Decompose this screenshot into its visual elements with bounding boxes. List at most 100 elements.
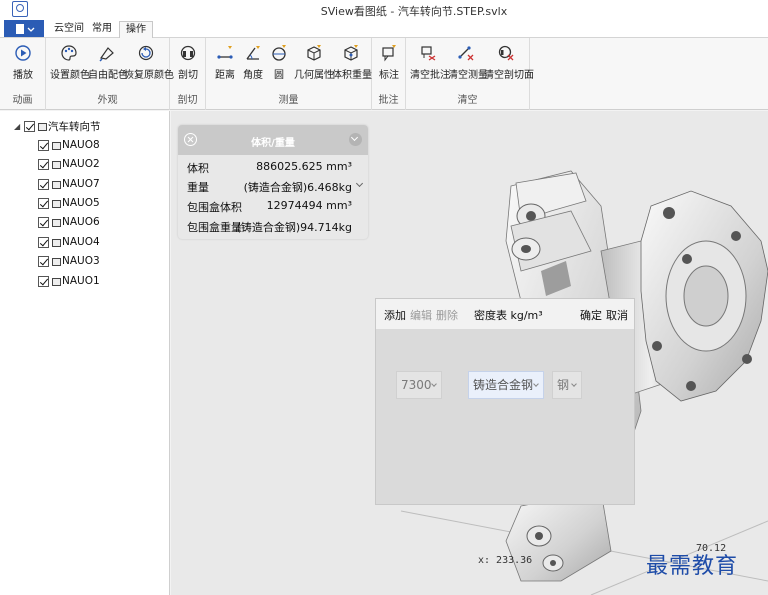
- category-select[interactable]: 钢: [552, 371, 582, 399]
- ribbon-tab-row: 云空间 常用 操作: [0, 20, 768, 38]
- set-color-button[interactable]: 设置颜色: [50, 44, 90, 81]
- group-label-annotation: 批注: [378, 95, 399, 106]
- ribbon-group-measure: 距离 角度 圆 几何属性 体积重量 测量: [206, 38, 372, 110]
- restore-color-icon: [138, 45, 154, 61]
- ribbon-group-animation: 播放 动画: [0, 38, 46, 110]
- clear-annotation-icon: [421, 46, 436, 61]
- panel-header: 体积/重量: [178, 125, 368, 155]
- clear-measure-button[interactable]: 清空测量: [448, 44, 488, 81]
- part-icon: [51, 237, 61, 247]
- tree-item[interactable]: NAUO8: [38, 137, 100, 153]
- file-menu-button[interactable]: [4, 20, 44, 37]
- free-color-button[interactable]: 自由配色: [88, 44, 128, 81]
- edit-button[interactable]: 编辑: [410, 307, 432, 323]
- collapse-icon[interactable]: [349, 133, 362, 146]
- info-row-weight[interactable]: 重量 (铸造合金钢)6.468kg: [187, 179, 364, 196]
- annotate-button[interactable]: 标注: [376, 44, 402, 81]
- angle-icon: [246, 46, 260, 60]
- density-table-title: 密度表 kg/m³: [474, 309, 543, 322]
- geometry-icon: [307, 45, 321, 61]
- window-title: SView看图纸 - 汽车转向节.STEP.svlx: [320, 5, 508, 18]
- info-row-volume: 体积 886025.625 mm³: [187, 160, 352, 175]
- part-icon: [51, 179, 61, 189]
- volume-icon: [344, 45, 358, 61]
- chevron-down-icon[interactable]: [355, 179, 364, 188]
- ribbon-group-appearance: 设置颜色 自由配色 恢复原颜色 外观: [46, 38, 174, 110]
- paint-icon: [99, 47, 114, 62]
- watermark-text: 最需教育: [646, 554, 739, 579]
- volume-weight-button[interactable]: 体积重量: [332, 44, 372, 81]
- density-value-select[interactable]: 7300: [396, 371, 442, 399]
- tab-operation[interactable]: 操作: [119, 21, 153, 38]
- add-button[interactable]: 添加: [384, 307, 406, 323]
- tab-common[interactable]: 常用: [86, 21, 118, 38]
- part-icon: [51, 198, 61, 208]
- restore-color-button[interactable]: 恢复原颜色: [124, 44, 174, 81]
- tree-item[interactable]: NAUO4: [38, 234, 100, 250]
- section-button[interactable]: 剖切: [175, 44, 201, 81]
- ribbon: 播放 动画 设置颜色 自由配色 恢复原颜色 外观 剖切 剖切 距离 角度 圆 几…: [0, 38, 768, 110]
- delete-button[interactable]: 删除: [436, 307, 458, 323]
- circle-icon: [272, 45, 286, 61]
- group-label-clear: 清空: [457, 95, 478, 106]
- checkbox[interactable]: [24, 120, 35, 132]
- part-icon: [51, 159, 61, 169]
- play-button[interactable]: 播放: [8, 44, 38, 81]
- tree-item[interactable]: NAUO3: [38, 253, 100, 269]
- group-label-appearance: 外观: [97, 95, 118, 106]
- ribbon-group-section: 剖切 剖切: [170, 38, 206, 110]
- checkbox[interactable]: [38, 178, 49, 190]
- geometry-properties-button[interactable]: 几何属性: [294, 44, 334, 81]
- density-toolbar: 添加 编辑 删除 密度表 kg/m³ 确定 取消: [376, 299, 634, 329]
- angle-button[interactable]: 角度: [240, 44, 266, 81]
- distance-button[interactable]: 距离: [210, 44, 240, 81]
- tree-item[interactable]: NAUO1: [38, 273, 100, 289]
- checkbox[interactable]: [38, 236, 49, 248]
- part-icon: [51, 217, 61, 227]
- group-label-section: 剖切: [177, 95, 198, 106]
- play-icon: [15, 45, 31, 61]
- checkbox[interactable]: [38, 275, 49, 287]
- tree-item[interactable]: NAUO7: [38, 176, 100, 192]
- tree-item[interactable]: NAUO6: [38, 214, 100, 230]
- group-label-measure: 测量: [278, 95, 299, 106]
- chevron-down-icon: [533, 381, 539, 387]
- file-menu-icon: [16, 24, 35, 34]
- chevron-down-icon: [431, 381, 437, 387]
- distance-icon: [217, 46, 233, 59]
- part-icon: [51, 256, 61, 266]
- ribbon-group-clear: 清空批注 清空测量 清空剖切面 清空: [406, 38, 534, 110]
- volume-weight-panel: 体积/重量 体积 886025.625 mm³ 重量 (铸造合金钢)6.468k…: [178, 125, 368, 239]
- checkbox[interactable]: [38, 139, 49, 151]
- title-bar: SView看图纸 - 汽车转向节.STEP.svlx: [0, 0, 768, 20]
- clear-section-icon: [498, 45, 514, 61]
- clear-annotation-button[interactable]: 清空批注: [410, 44, 450, 81]
- palette-icon: [61, 45, 77, 61]
- checkbox[interactable]: [38, 197, 49, 209]
- clear-section-button[interactable]: 清空剖切面: [484, 44, 534, 81]
- panel-title: 体积/重量: [251, 138, 295, 149]
- coordinate-readout: x: 233.36: [478, 555, 533, 566]
- chevron-down-icon: [571, 381, 577, 387]
- collapse-triangle-icon[interactable]: ◢: [14, 122, 22, 131]
- tab-cloud[interactable]: 云空间: [48, 21, 90, 38]
- ribbon-group-annotation: 标注 批注: [372, 38, 406, 110]
- group-label-animation: 动画: [12, 95, 33, 106]
- tree-root[interactable]: ◢ 汽车转向节: [14, 118, 101, 134]
- checkbox[interactable]: [38, 255, 49, 267]
- cancel-button[interactable]: 取消: [606, 307, 628, 323]
- checkbox[interactable]: [38, 216, 49, 228]
- circle-measure-button[interactable]: 圆: [268, 44, 290, 81]
- info-row-bbox-volume: 包围盒体积 12974494 mm³: [187, 199, 352, 214]
- tree-item[interactable]: NAUO5: [38, 195, 100, 211]
- part-icon: [51, 276, 61, 286]
- section-icon: [180, 45, 196, 61]
- tree-item[interactable]: NAUO2: [38, 156, 100, 172]
- model-tree: ◢ 汽车转向节 NAUO8 NAUO2 NAUO7 NAUO5 NAUO6 NA…: [0, 111, 170, 595]
- density-table-dialog: 添加 编辑 删除 密度表 kg/m³ 确定 取消 7300 铸造合金钢 钢: [375, 298, 635, 505]
- material-select[interactable]: 铸造合金钢: [468, 371, 544, 399]
- assembly-icon: [37, 121, 47, 131]
- ok-button[interactable]: 确定: [580, 307, 602, 323]
- checkbox[interactable]: [38, 158, 49, 170]
- tree-root-label: 汽车转向节: [48, 120, 101, 133]
